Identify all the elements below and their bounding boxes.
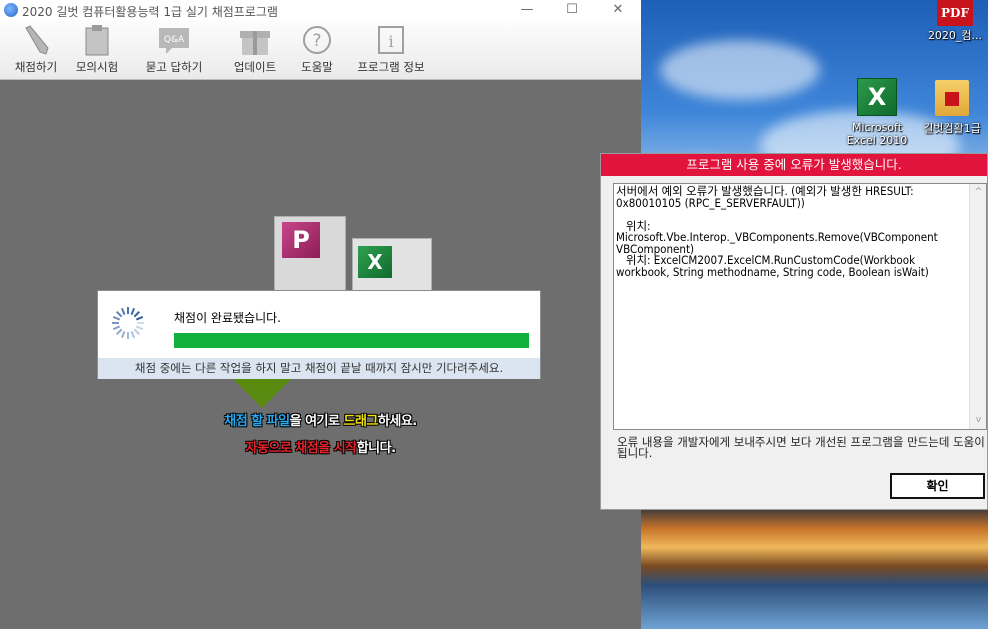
toolbar-update-button[interactable]: 업데이트	[228, 24, 282, 75]
toolbar-label: 묻고 답하기	[145, 60, 203, 74]
desktop-icon-folder[interactable]: 길벗컴활1급	[916, 80, 988, 135]
toolbar-mock-exam-button[interactable]: 모의시험	[67, 24, 127, 75]
error-note: 오류 내용을 개발자에게 보내주시면 보다 개선된 프로그램을 만드는데 도움이…	[617, 435, 985, 460]
desktop-icon-label: Microsoft Excel 2010	[846, 121, 908, 147]
excel-icon: X	[358, 246, 392, 278]
cloud	[660, 40, 820, 100]
error-dialog-title[interactable]: 프로그램 사용 중에 오류가 발생했습니다.	[601, 154, 987, 176]
drop-instruction-line2: 자동으로 채점을 시작합니다.	[245, 441, 396, 456]
error-detail-textbox[interactable]: 서버에서 예외 오류가 발생했습니다. (예외가 발생한 HRESULT: 0x…	[613, 183, 987, 430]
down-arrow-icon	[232, 378, 292, 408]
file-drop-target[interactable]: P X	[272, 212, 442, 302]
grading-progress-dialog: 채점이 완료됐습니다. 채점 중에는 다른 작업을 하지 말고 채점이 끝날 때…	[97, 290, 541, 379]
toolbar-label: 채점하기	[14, 60, 58, 74]
desktop-icon-label: 2020_컴...	[927, 29, 983, 42]
close-button[interactable]: ✕	[596, 0, 640, 20]
info-icon: i	[376, 24, 406, 56]
toolbar-label: 프로그램 정보	[357, 60, 425, 74]
error-detail-text: 서버에서 예외 오류가 발생했습니다. (예외가 발생한 HRESULT: 0x…	[616, 184, 938, 279]
toolbar-label: 모의시험	[75, 60, 119, 74]
spinner-icon	[112, 307, 144, 339]
progress-bar	[174, 333, 529, 348]
pdf-icon: PDF	[937, 0, 973, 26]
grader-app-window: 2020 길벗 컴퓨터활용능력 1급 실기 채점프로그램 — ☐ ✕ 채점하기 …	[0, 0, 641, 629]
title-bar[interactable]: 2020 길벗 컴퓨터활용능력 1급 실기 채점프로그램 — ☐ ✕	[0, 0, 641, 20]
qna-icon: Q&A	[158, 24, 190, 56]
progress-bar-fill	[174, 333, 529, 348]
desktop-icon-pdf[interactable]: PDF 2020_컴...	[922, 0, 988, 42]
window-title: 2020 길벗 컴퓨터활용능력 1급 실기 채점프로그램	[22, 5, 278, 19]
toolbar-help-button[interactable]: ? 도움말	[294, 24, 340, 75]
progress-hint: 채점 중에는 다른 작업을 하지 말고 채점이 끝날 때까지 잠시만 기다려주세…	[98, 358, 540, 379]
qna-badge: Q&A	[164, 35, 185, 45]
scroll-down-icon[interactable]: v	[970, 412, 987, 429]
toolbar-about-button[interactable]: i 프로그램 정보	[350, 24, 432, 75]
access-icon: P	[282, 222, 320, 258]
toolbar: 채점하기 모의시험 Q&A 묻고 답하기 업데이트 ? 도움말 i 프로그램 정…	[0, 20, 641, 80]
desktop-icon-excel[interactable]: X Microsoft Excel 2010	[840, 78, 914, 147]
maximize-button[interactable]: ☐	[550, 0, 594, 20]
desktop-icon-label: 길벗컴활1급	[923, 122, 981, 135]
minimize-button[interactable]: —	[505, 0, 549, 20]
svg-text:?: ?	[312, 31, 321, 51]
toolbar-grade-button[interactable]: 채점하기	[10, 24, 62, 75]
app-icon	[4, 3, 18, 17]
excel-icon: X	[857, 78, 897, 116]
toolbar-qna-button[interactable]: Q&A 묻고 답하기	[134, 24, 214, 75]
help-icon: ?	[302, 24, 332, 56]
progress-message: 채점이 완료됐습니다.	[174, 311, 281, 325]
pencil-icon	[20, 24, 52, 56]
drop-instruction-line1: 채점 할 파일을 여기로 드래그하세요.	[224, 414, 417, 429]
toolbar-label: 도움말	[301, 60, 333, 74]
error-dialog: 프로그램 사용 중에 오류가 발생했습니다. 서버에서 예외 오류가 발생했습니…	[600, 153, 988, 510]
folder-icon	[935, 80, 969, 116]
svg-text:i: i	[388, 32, 393, 51]
scroll-up-icon[interactable]: ^	[970, 184, 987, 201]
ok-button[interactable]: 확인	[890, 473, 985, 499]
gift-icon	[239, 24, 271, 56]
clipboard-icon	[83, 24, 111, 56]
error-detail-scrollbar[interactable]: ^ v	[969, 184, 986, 429]
toolbar-label: 업데이트	[233, 60, 277, 74]
